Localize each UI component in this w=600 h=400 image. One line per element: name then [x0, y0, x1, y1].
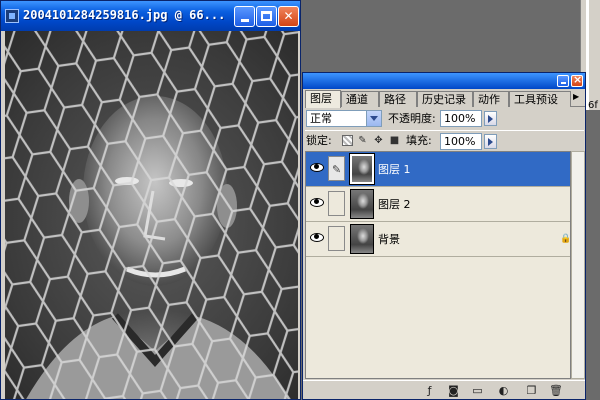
new-set-icon[interactable]: ▭ — [471, 384, 484, 397]
document-titlebar[interactable]: 2004101284259816.jpg @ 66... ✕ — [1, 1, 300, 31]
opacity-label: 不透明度: — [388, 112, 436, 125]
lock-transparency-icon[interactable] — [342, 135, 353, 146]
palette-menu-arrow-icon[interactable]: ▶ — [573, 92, 583, 104]
tab-history[interactable]: 历史记录 — [417, 91, 473, 107]
divider — [305, 130, 584, 131]
tab-layers[interactable]: 图层 — [305, 90, 341, 108]
palette-titlebar[interactable] — [303, 73, 585, 89]
layer-thumbnail — [350, 224, 374, 254]
fill-input[interactable]: 100% — [440, 133, 482, 150]
side-panel-text: 6f — [588, 100, 598, 111]
close-icon: ✕ — [283, 9, 294, 23]
trash-icon[interactable]: 🗑 — [549, 384, 563, 397]
blend-mode-select[interactable]: 正常 — [306, 110, 382, 127]
lock-pixels-brush-icon[interactable]: ✎ — [357, 135, 368, 146]
layer-link-box[interactable] — [328, 191, 345, 216]
layer-thumbnail — [350, 189, 374, 219]
photoshop-document-icon — [5, 9, 19, 23]
tab-paths[interactable]: 路径 — [379, 91, 417, 107]
layer-name[interactable]: 图层 2 — [378, 196, 411, 212]
add-layer-style-icon[interactable]: ƒ — [423, 384, 436, 397]
tab-label: 路径 — [384, 93, 406, 106]
layers-list: ✎ 图层 1 图层 2 背景 🔒 — [305, 151, 571, 379]
fill-slider-button[interactable] — [484, 134, 497, 149]
eye-icon[interactable] — [310, 162, 324, 172]
lock-fill-row: 锁定: ✎ ✥ ■ 填充: 100% — [306, 132, 584, 152]
new-adjustment-layer-icon[interactable]: ◐ — [497, 384, 510, 397]
portrait-with-wire-fence — [5, 31, 298, 399]
image-canvas[interactable] — [5, 31, 298, 399]
layer-link-box[interactable] — [328, 226, 345, 251]
eye-icon[interactable] — [310, 232, 324, 242]
layer-row-background[interactable]: 背景 🔒 — [306, 222, 571, 257]
maximize-icon — [261, 11, 272, 21]
new-layer-icon[interactable]: ❐ — [525, 384, 538, 397]
palette-close-button[interactable] — [571, 73, 583, 87]
tab-actions[interactable]: 动作 — [473, 91, 509, 107]
blend-opacity-row: 正常 不透明度: 100% — [306, 110, 584, 130]
lock-position-move-icon[interactable]: ✥ — [373, 135, 384, 146]
side-panel-highlight — [586, 0, 589, 110]
palette-minimize-button[interactable] — [557, 75, 569, 87]
opacity-slider-button[interactable] — [484, 111, 497, 126]
lock-label: 锁定: — [306, 134, 332, 147]
palette-bottom-toolbar: ƒ ◙ ▭ ◐ ❐ 🗑 — [303, 380, 585, 399]
tab-tool-presets[interactable]: 工具预设 — [509, 91, 571, 107]
blend-mode-value: 正常 — [310, 112, 332, 125]
tab-channels[interactable]: 通道 — [341, 91, 379, 107]
tab-label: 图层 — [310, 92, 332, 105]
tab-label: 通道 — [346, 93, 368, 106]
opacity-value: 100% — [444, 112, 476, 125]
brush-icon: ✎ — [332, 163, 342, 176]
layers-palette: 图层 通道 路径 历史记录 动作 工具预设 ▶ 正常 不透明度: 100% 锁定… — [302, 72, 586, 400]
tab-label: 工具预设 — [514, 93, 558, 106]
layer-thumbnail — [349, 153, 375, 185]
layer-name[interactable]: 图层 1 — [378, 161, 411, 177]
close-button[interactable]: ✕ — [278, 6, 299, 27]
lock-all-icon[interactable]: ■ — [389, 135, 400, 146]
image-document-window: 2004101284259816.jpg @ 66... ✕ — [0, 0, 301, 400]
fill-label: 填充: — [406, 134, 432, 147]
eye-icon[interactable] — [310, 197, 324, 207]
tab-label: 动作 — [478, 93, 500, 106]
fill-value: 100% — [444, 135, 476, 148]
layer-link-box[interactable]: ✎ — [328, 156, 345, 181]
minimize-button[interactable] — [234, 6, 255, 27]
layers-scrollbar[interactable] — [571, 151, 585, 379]
tab-label: 历史记录 — [422, 93, 466, 106]
chevron-down-icon[interactable] — [366, 111, 381, 126]
layer-name[interactable]: 背景 — [378, 231, 400, 247]
layer-row-2[interactable]: 图层 2 — [306, 187, 570, 222]
lock-icon: 🔒 — [560, 234, 571, 244]
maximize-button[interactable] — [256, 6, 277, 27]
minimize-icon — [240, 19, 249, 22]
layer-row-1[interactable]: ✎ 图层 1 — [306, 152, 570, 187]
opacity-input[interactable]: 100% — [440, 110, 482, 127]
palette-tabs: 图层 通道 路径 历史记录 动作 工具预设 — [305, 90, 585, 108]
add-mask-icon[interactable]: ◙ — [447, 384, 460, 397]
document-title: 2004101284259816.jpg @ 66... — [23, 8, 226, 22]
